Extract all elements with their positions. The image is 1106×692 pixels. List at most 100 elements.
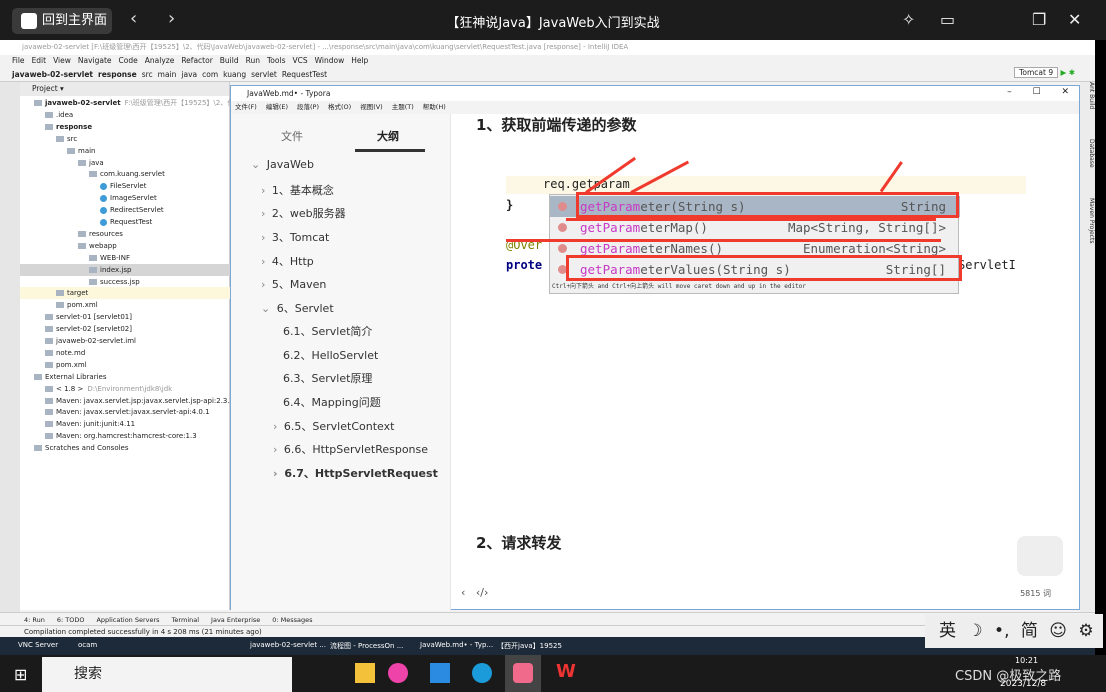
bottom-tab[interactable]: Terminal	[172, 616, 199, 624]
tree-item[interactable]: Scratches and Consoles	[20, 442, 230, 454]
tree-item[interactable]: java	[20, 157, 230, 169]
menu-item[interactable]: Navigate	[78, 56, 112, 65]
right-tool-2[interactable]: Maven Projects	[1088, 198, 1095, 243]
breadcrumb-item[interactable]: src	[142, 70, 153, 79]
project-header[interactable]: Project ▾	[20, 82, 229, 96]
menu-item[interactable]: Window	[315, 56, 345, 65]
tree-item[interactable]: pom.xml	[20, 299, 230, 311]
tree-item[interactable]: response	[20, 121, 230, 133]
outline-item[interactable]: › 5、Maven	[261, 276, 326, 292]
breadcrumb-item[interactable]: kuang	[223, 70, 246, 79]
typora-menu-item[interactable]: 格式(O)	[328, 103, 351, 111]
explorer-icon[interactable]	[355, 663, 375, 683]
right-tool-1[interactable]: Database	[1088, 139, 1095, 168]
outline-item[interactable]: 6.1、Servlet简介	[283, 323, 372, 339]
tree-item[interactable]: javaweb-02-servlet.iml	[20, 335, 230, 347]
expand-arrow-icon[interactable]: ›	[273, 467, 281, 480]
tab-outline[interactable]: 大纲	[377, 128, 399, 144]
tree-item[interactable]: pom.xml	[20, 359, 230, 371]
expand-arrow-icon[interactable]: ›	[261, 278, 269, 291]
menu-item[interactable]: Run	[246, 56, 260, 65]
bottom-tab[interactable]: 4: Run	[24, 616, 45, 624]
bottom-tab[interactable]: Java Enterprise	[211, 616, 260, 624]
bottom-tab[interactable]: 6: TODO	[57, 616, 85, 624]
menu-item[interactable]: Code	[119, 56, 138, 65]
outline-item[interactable]: › 3、Tomcat	[261, 229, 329, 245]
outline-item[interactable]: 6.2、HelloServlet	[283, 347, 378, 363]
start-icon[interactable]: ⊞	[14, 665, 27, 684]
breadcrumb-item[interactable]: main	[158, 70, 177, 79]
tree-item[interactable]: resources	[20, 228, 230, 240]
menu-item[interactable]: File	[12, 56, 25, 65]
expand-arrow-icon[interactable]: ›	[261, 207, 269, 220]
expand-arrow-icon[interactable]: ›	[261, 231, 269, 244]
run-icon[interactable]: ▶	[1061, 68, 1067, 77]
typora-menu-item[interactable]: 文件(F)	[235, 103, 257, 111]
edge-icon[interactable]	[472, 663, 492, 683]
tree-item[interactable]: main	[20, 145, 230, 157]
outline-item[interactable]: 6.3、Servlet原理	[283, 370, 372, 386]
breadcrumb-item[interactable]: servlet	[251, 70, 277, 79]
expand-arrow-icon[interactable]: ›	[261, 255, 269, 268]
expand-arrow-icon[interactable]: ›	[261, 184, 269, 197]
menu-item[interactable]: VCS	[292, 56, 307, 65]
typora-menu-item[interactable]: 视图(V)	[360, 103, 383, 111]
menu-item[interactable]: Tools	[267, 56, 285, 65]
tree-item[interactable]: Maven: javax.servlet:javax.servlet-api:4…	[20, 406, 230, 418]
outline-item[interactable]: › 1、基本概念	[261, 182, 334, 198]
tree-item[interactable]: servlet-01 [servlet01]	[20, 311, 230, 323]
app-icon[interactable]	[388, 663, 408, 683]
breadcrumb-item[interactable]: com	[202, 70, 218, 79]
typora-menu-item[interactable]: 主题(T)	[392, 103, 414, 111]
remote-task-item[interactable]: 【西开java】19525	[497, 641, 562, 651]
outline-item[interactable]: › 6.7、HttpServletRequest	[273, 465, 438, 481]
bilibili-task[interactable]	[505, 655, 541, 692]
tree-item[interactable]: External Libraries	[20, 371, 230, 383]
tomcat-select[interactable]: Tomcat 9	[1014, 67, 1059, 78]
tree-item[interactable]: success.jsp	[20, 276, 230, 288]
outline-item[interactable]: › 6.6、HttpServletResponse	[273, 441, 428, 457]
typora-menu-item[interactable]: 帮助(H)	[423, 103, 446, 111]
tree-item[interactable]: .idea	[20, 109, 230, 121]
menu-item[interactable]: Help	[351, 56, 368, 65]
tree-item[interactable]: note.md	[20, 347, 230, 359]
breadcrumb-item[interactable]: response	[98, 70, 137, 79]
run-config[interactable]: Tomcat 9 ▶ ✱	[1014, 67, 1075, 78]
remote-task-item[interactable]: 流程图 - ProcessOn ...	[330, 641, 403, 651]
tab-files[interactable]: 文件	[281, 128, 303, 144]
outline-item[interactable]: › 4、Http	[261, 253, 314, 269]
debug-icon[interactable]: ✱	[1069, 68, 1075, 77]
outline-item[interactable]: › 2、web服务器	[261, 205, 346, 221]
remote-task-item[interactable]: JavaWeb.md• - Typ...	[420, 641, 493, 649]
menu-item[interactable]: View	[53, 56, 71, 65]
menu-item[interactable]: Analyze	[145, 56, 175, 65]
tree-item[interactable]: < 1.8 > D:\Environment\jdk8\jdk	[20, 383, 230, 395]
typora-window-controls[interactable]: – ☐ ✕	[1007, 87, 1069, 97]
expand-arrow-icon[interactable]: ⌄	[251, 158, 264, 171]
tree-item[interactable]: com.kuang.servlet	[20, 168, 230, 180]
expand-arrow-icon[interactable]: ⌄	[261, 302, 274, 315]
play-overlay-icon[interactable]	[1017, 536, 1063, 576]
tree-item[interactable]: javaweb-02-servlet F:\班级管理\西开【19525】\2、代码…	[20, 97, 246, 109]
close-icon[interactable]: ✕	[1068, 10, 1081, 29]
outline-item[interactable]: › 6.5、ServletContext	[273, 418, 394, 434]
tree-item[interactable]: servlet-02 [servlet02]	[20, 323, 230, 335]
tree-item[interactable]: target	[20, 287, 230, 300]
restore-icon[interactable]: ❐	[1032, 10, 1046, 29]
typora-menu-item[interactable]: 编辑(E)	[266, 103, 288, 111]
bottom-tab[interactable]: Application Servers	[96, 616, 159, 624]
ime-toolbar[interactable]: 英 ☽ •, 简 ☺ ⚙	[925, 614, 1103, 648]
breadcrumb-item[interactable]: java	[181, 70, 197, 79]
search-box[interactable]: 搜索	[42, 657, 292, 692]
remote-task-item[interactable]: VNC Server	[18, 641, 58, 649]
tree-item[interactable]: RequestTest	[20, 216, 230, 228]
outline-item[interactable]: ⌄ JavaWeb	[251, 158, 314, 171]
breadcrumb-item[interactable]: javaweb-02-servlet	[12, 70, 93, 79]
pin-icon[interactable]: ✧	[902, 10, 915, 29]
pip-icon[interactable]: ▭	[940, 10, 955, 29]
tree-item[interactable]: WEB-INF	[20, 252, 230, 264]
tree-item[interactable]: index.jsp	[20, 263, 230, 276]
outline-item[interactable]: ⌄ 6、Servlet	[261, 300, 334, 316]
menu-item[interactable]: Refactor	[181, 56, 212, 65]
remote-task-item[interactable]: ocam	[78, 641, 97, 649]
